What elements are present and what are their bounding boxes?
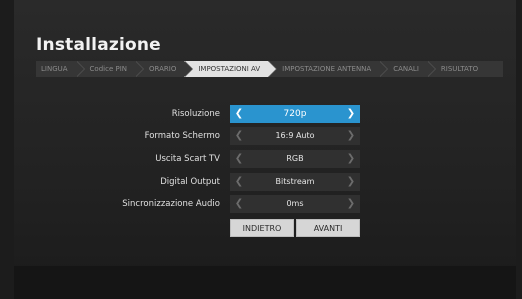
chevron-left-icon[interactable]: ❮ (232, 195, 246, 213)
setting-row-uscita-scart: Uscita Scart TV ❮ RGB ❯ (0, 150, 522, 168)
setting-row-risoluzione: Risoluzione ❮ 720p ❯ (0, 105, 522, 123)
page-title: Installazione (36, 35, 161, 55)
digital-output-selector[interactable]: ❮ Bitstream ❯ (230, 173, 360, 191)
chevron-right-icon[interactable]: ❯ (344, 127, 358, 145)
chevron-right-icon[interactable]: ❯ (344, 150, 358, 168)
setting-value: 16:9 Auto (275, 131, 315, 140)
step-risultato[interactable]: RISULTATO (427, 61, 503, 77)
chevron-right-icon[interactable]: ❯ (344, 195, 358, 213)
chevron-left-icon[interactable]: ❮ (232, 173, 246, 191)
setting-label: Formato Schermo (144, 131, 220, 141)
setting-value: RGB (286, 154, 304, 163)
setting-row-sincronizzazione-audio: Sincronizzazione Audio ❮ 0ms ❯ (0, 195, 522, 213)
step-impostazioni-av[interactable]: IMPOSTAZIONI AV (184, 61, 277, 77)
setting-label: Uscita Scart TV (155, 154, 220, 164)
step-impostazione-antenna[interactable]: IMPOSTAZIONE ANTENNA (268, 61, 389, 77)
setting-label: Risoluzione (171, 109, 220, 119)
chevron-right-icon[interactable]: ❯ (344, 173, 358, 191)
setting-value: Bitstream (275, 177, 315, 186)
setting-row-digital-output: Digital Output ❮ Bitstream ❯ (0, 173, 522, 191)
next-button[interactable]: AVANTI (296, 219, 360, 237)
setting-value: 720p (283, 109, 307, 119)
bottom-bar (14, 266, 516, 299)
scart-output-selector[interactable]: ❮ RGB ❯ (230, 150, 360, 168)
chevron-right-icon[interactable]: ❯ (344, 105, 358, 123)
setting-label: Sincronizzazione Audio (122, 199, 220, 209)
setting-label: Digital Output (160, 177, 220, 187)
installation-steps-breadcrumb: LINGUA Codice PIN ORARIO IMPOSTAZIONI AV… (36, 61, 503, 77)
chevron-left-icon[interactable]: ❮ (232, 105, 246, 123)
setting-value: 0ms (286, 199, 304, 208)
back-button[interactable]: INDIETRO (230, 219, 294, 237)
audio-sync-selector[interactable]: ❮ 0ms ❯ (230, 195, 360, 213)
chevron-left-icon[interactable]: ❮ (232, 127, 246, 145)
chevron-left-icon[interactable]: ❮ (232, 150, 246, 168)
step-lingua[interactable]: LINGUA (36, 61, 84, 77)
screen-format-selector[interactable]: ❮ 16:9 Auto ❯ (230, 127, 360, 145)
resolution-selector[interactable]: ❮ 720p ❯ (230, 105, 360, 123)
setting-row-formato-schermo: Formato Schermo ❮ 16:9 Auto ❯ (0, 127, 522, 145)
